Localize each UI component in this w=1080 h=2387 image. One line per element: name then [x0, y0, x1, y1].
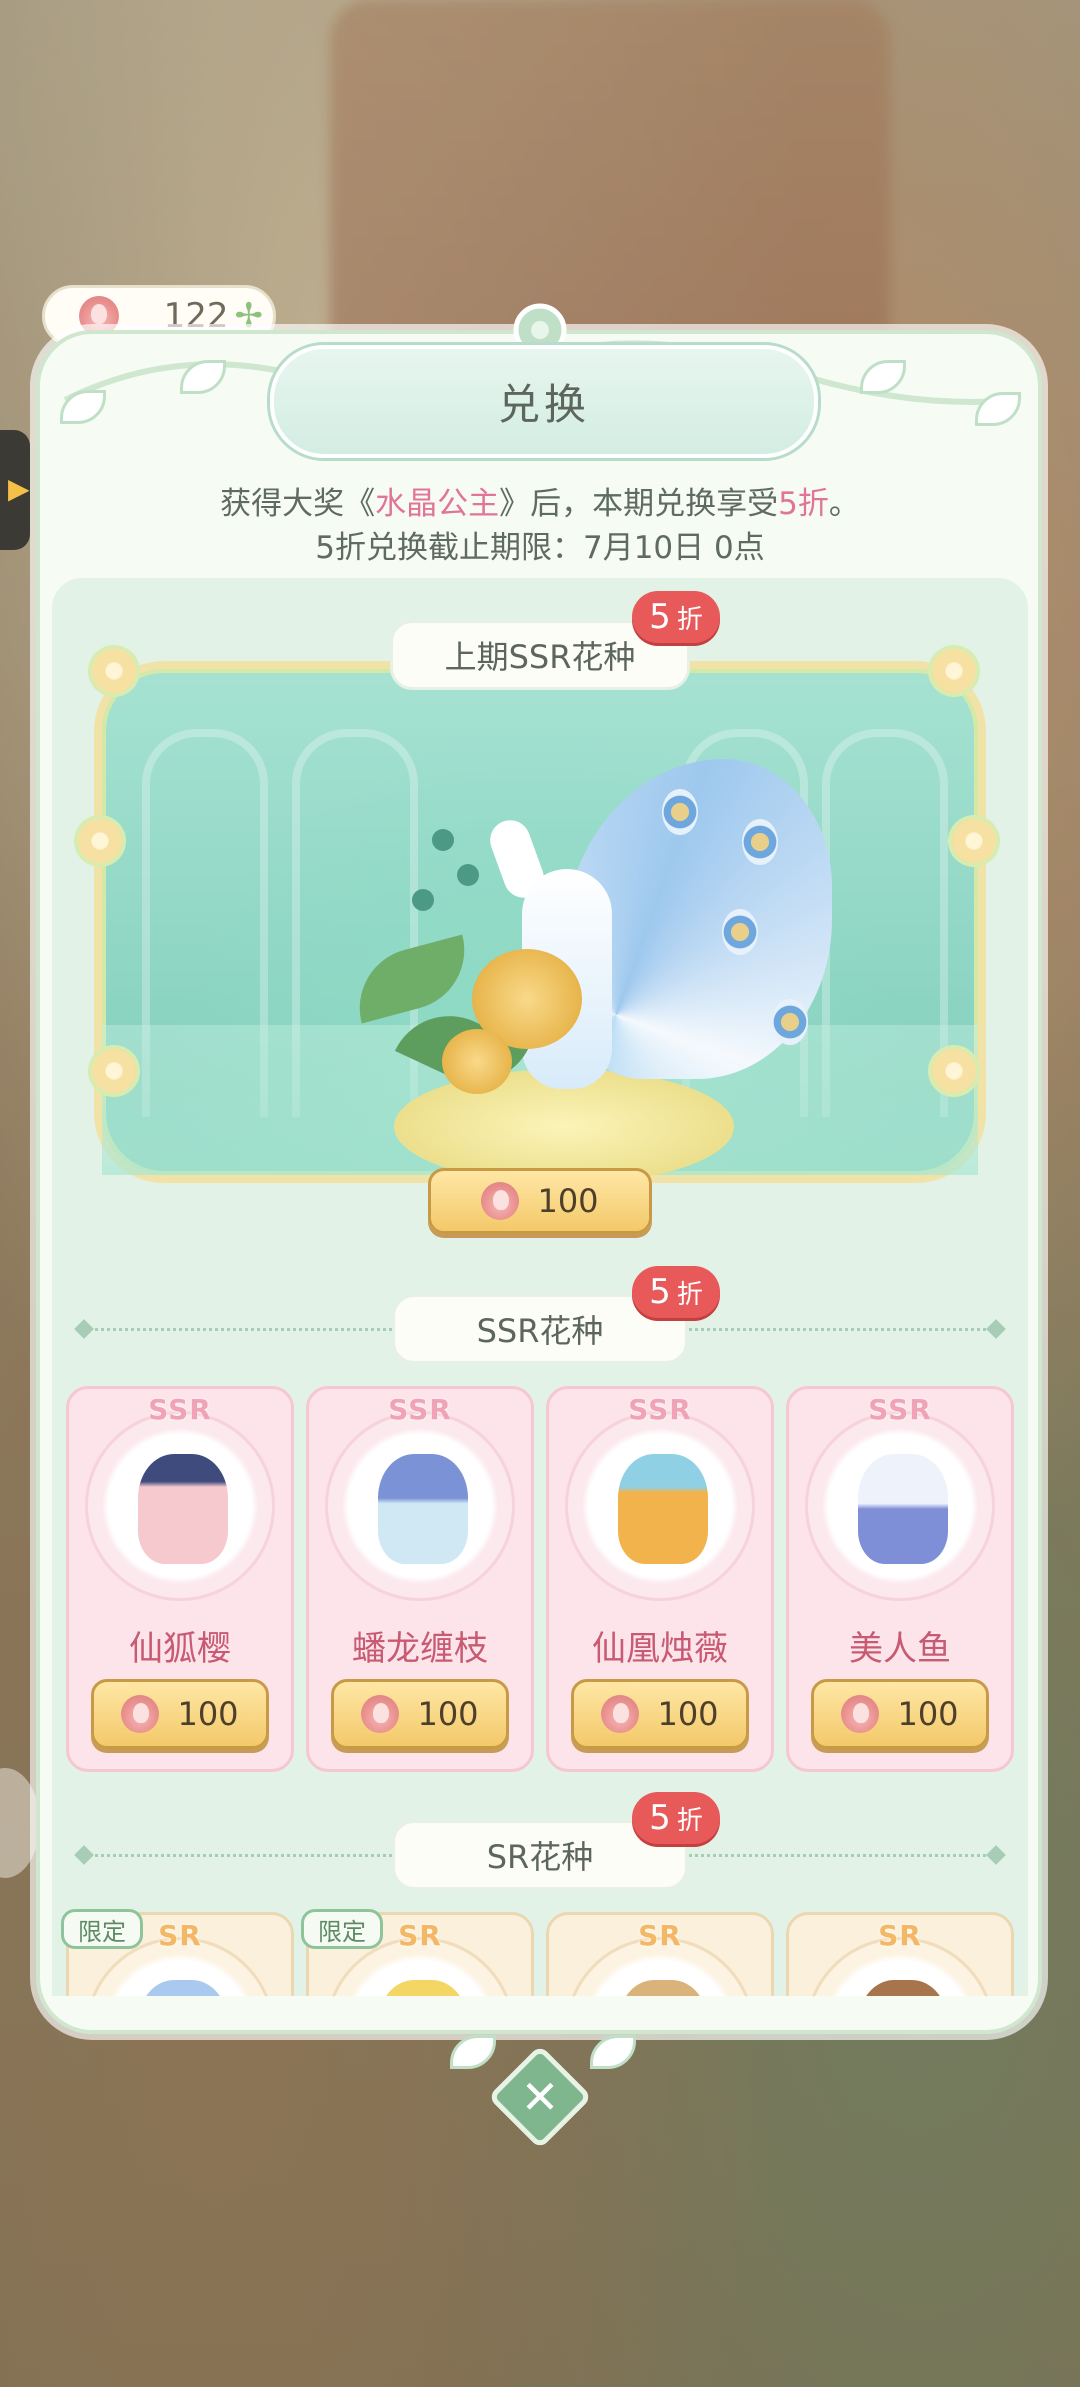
item-artwork	[858, 1454, 948, 1564]
page-title: 兑换	[497, 380, 590, 429]
peacock-feather-eye	[772, 999, 808, 1045]
section-divider	[676, 1328, 998, 1331]
peacock-feather-eye	[742, 819, 778, 865]
item-name: 仙凰烛薇	[592, 1629, 728, 1669]
item-plate	[565, 1411, 755, 1601]
section-divider	[676, 1854, 998, 1857]
frame-flower	[92, 649, 136, 693]
close-icon: ✕	[520, 2070, 560, 2124]
price-value: 100	[177, 1695, 239, 1733]
peacock-feather-eye	[722, 909, 758, 955]
limited-tag: 限定	[301, 1909, 383, 1949]
item-artwork	[618, 1980, 708, 1996]
price-value: 100	[657, 1695, 719, 1733]
discount-badge: 5折	[632, 1266, 720, 1318]
item-price-button[interactable]: 100	[331, 1679, 509, 1749]
flower-currency-icon	[601, 1695, 640, 1733]
ssr-item-card[interactable]: SSR 美人鱼 100	[786, 1386, 1014, 1772]
frame-flower	[932, 1049, 976, 1093]
rarity-label: SSR	[628, 1393, 692, 1426]
flower-currency-icon	[121, 1695, 160, 1733]
item-plate	[325, 1411, 515, 1601]
section-divider	[82, 1854, 404, 1857]
discount-badge: 5折	[632, 1792, 720, 1844]
flower-currency-icon	[481, 1182, 520, 1220]
price-value: 100	[897, 1695, 959, 1733]
berry	[457, 864, 479, 886]
title-plate: 兑换	[270, 345, 818, 458]
flower-currency-icon	[361, 1695, 400, 1733]
exchange-scroll-area[interactable]: 上期SSR花种 5折 100 SSR花种 5折 SSR 仙狐樱 100 SSR …	[52, 578, 1028, 1996]
prize-name: 水晶公主	[375, 486, 500, 522]
item-price-button[interactable]: 100	[571, 1679, 749, 1749]
sr-item-card[interactable]: SR	[786, 1912, 1014, 1996]
frame-flower	[932, 649, 976, 693]
ssr-item-card[interactable]: SSR 仙狐樱 100	[66, 1386, 294, 1772]
item-name: 美人鱼	[849, 1629, 951, 1669]
rarity-label: SSR	[868, 1393, 932, 1426]
ssr-item-card[interactable]: SSR 仙凰烛薇 100	[546, 1386, 774, 1772]
notice-line-2: 5折兑换截止期限：7月10日 0点	[315, 530, 765, 566]
frame-flower	[78, 819, 122, 863]
item-artwork	[378, 1454, 468, 1564]
ssr-item-card[interactable]: SSR 蟠龙缠枝 100	[306, 1386, 534, 1772]
frame-flower	[952, 819, 996, 863]
sr-item-card[interactable]: SR 限定	[301, 1909, 534, 1996]
peacock-feather-eye	[662, 789, 698, 835]
rarity-label: SSR	[148, 1393, 212, 1426]
item-plate	[85, 1411, 275, 1601]
item-price-button[interactable]: 100	[91, 1679, 269, 1749]
rarity-label: SR	[878, 1919, 922, 1952]
golden-rose	[442, 1029, 512, 1094]
section-divider	[82, 1328, 404, 1331]
item-plate	[805, 1411, 995, 1601]
sr-item-card[interactable]: SR	[546, 1912, 774, 1996]
item-artwork	[378, 1980, 468, 1996]
flower-currency-icon	[841, 1695, 880, 1733]
frame-flower	[92, 1049, 136, 1093]
price-value: 100	[537, 1182, 599, 1220]
featured-price-button[interactable]: 100	[428, 1168, 652, 1234]
rarity-label: SR	[638, 1919, 682, 1952]
item-artwork	[138, 1454, 228, 1564]
limited-tag: 限定	[61, 1909, 143, 1949]
berry	[412, 889, 434, 911]
item-name: 蟠龙缠枝	[352, 1629, 488, 1669]
notice-line-1: 获得大奖《水晶公主》后，本期兑换享受5折。	[220, 486, 860, 522]
berry	[432, 829, 454, 851]
item-name: 仙狐樱	[129, 1629, 231, 1669]
item-artwork	[138, 1980, 228, 1996]
discount-badge: 5折	[632, 591, 720, 643]
item-artwork	[618, 1454, 708, 1564]
sr-item-card[interactable]: SR 限定	[61, 1909, 294, 1996]
plus-icon[interactable]: ✢	[235, 299, 264, 333]
item-price-button[interactable]: 100	[811, 1679, 989, 1749]
discount-text: 5折	[778, 486, 829, 522]
item-artwork	[858, 1980, 948, 1996]
price-value: 100	[417, 1695, 479, 1733]
featured-showcase[interactable]	[78, 649, 996, 1184]
rarity-label: SSR	[388, 1393, 452, 1426]
